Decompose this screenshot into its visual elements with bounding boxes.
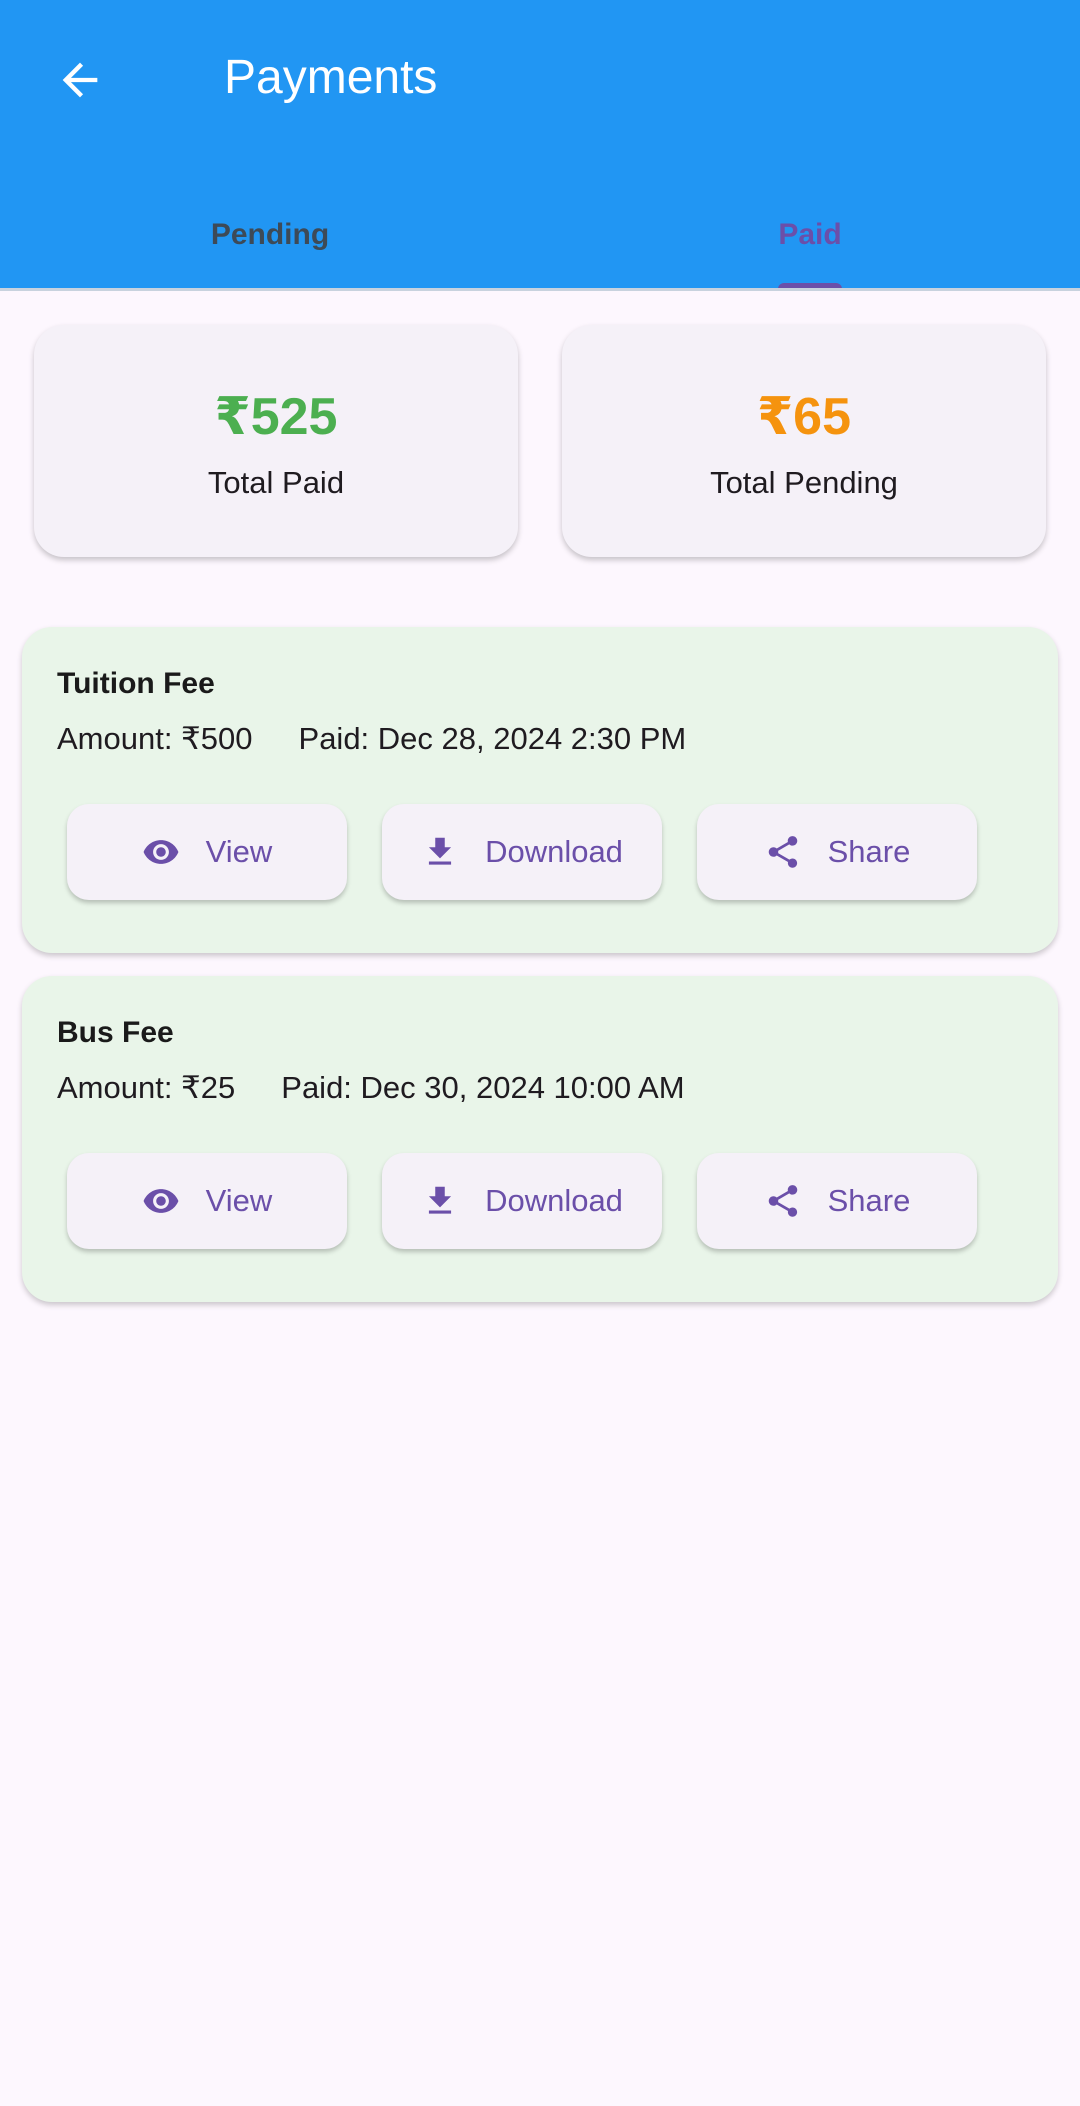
total-pending-card: ₹65 Total Pending bbox=[562, 325, 1046, 557]
app-bar: Payments Pending Paid bbox=[0, 0, 1080, 290]
eye-icon bbox=[143, 1189, 179, 1213]
share-button[interactable]: Share bbox=[697, 804, 977, 900]
download-button[interactable]: Download bbox=[382, 804, 662, 900]
view-button[interactable]: View bbox=[67, 804, 347, 900]
action-buttons: View Download Share bbox=[67, 1153, 1012, 1249]
download-icon bbox=[428, 837, 452, 865]
download-label: Download bbox=[485, 834, 623, 869]
total-paid-card: ₹525 Total Paid bbox=[34, 325, 518, 557]
share-label: Share bbox=[827, 1183, 911, 1218]
view-label: View bbox=[205, 834, 273, 869]
back-button[interactable] bbox=[44, 44, 116, 116]
fee-details: Amount: ₹25 Paid: Dec 30, 2024 10:00 AM bbox=[57, 1070, 685, 1106]
total-pending-amount: ₹65 bbox=[756, 388, 852, 446]
fee-amount: Amount: ₹500 bbox=[57, 721, 253, 756]
tab-bar: Pending Paid bbox=[0, 180, 1080, 290]
payment-card: Tuition Fee Amount: ₹500 Paid: Dec 28, 2… bbox=[22, 627, 1058, 953]
download-label: Download bbox=[485, 1183, 623, 1218]
page-title: Payments bbox=[224, 51, 438, 104]
action-buttons: View Download Share bbox=[67, 804, 1012, 900]
fee-amount: Amount: ₹25 bbox=[57, 1070, 236, 1105]
divider bbox=[0, 288, 1080, 291]
total-paid-label: Total Paid bbox=[207, 465, 345, 500]
fee-name: Tuition Fee bbox=[57, 667, 215, 700]
total-pending-label: Total Pending bbox=[710, 465, 898, 500]
fee-paid-date: Paid: Dec 28, 2024 2:30 PM bbox=[298, 721, 687, 756]
share-button[interactable]: Share bbox=[697, 1153, 977, 1249]
share-label: Share bbox=[827, 834, 911, 869]
tab-label: Paid bbox=[778, 218, 842, 251]
tab-paid[interactable]: Paid bbox=[540, 180, 1080, 290]
eye-icon bbox=[143, 840, 179, 864]
download-icon bbox=[428, 1186, 452, 1214]
share-icon bbox=[768, 1185, 797, 1217]
share-icon bbox=[768, 836, 797, 868]
fee-paid-date: Paid: Dec 30, 2024 10:00 AM bbox=[281, 1070, 685, 1105]
view-label: View bbox=[205, 1183, 273, 1218]
download-button[interactable]: Download bbox=[382, 1153, 662, 1249]
view-button[interactable]: View bbox=[67, 1153, 347, 1249]
fee-name: Bus Fee bbox=[57, 1016, 174, 1049]
fee-details: Amount: ₹500 Paid: Dec 28, 2024 2:30 PM bbox=[57, 721, 686, 757]
tab-pending[interactable]: Pending bbox=[0, 180, 540, 290]
tab-label: Pending bbox=[210, 218, 330, 251]
total-paid-amount: ₹525 bbox=[214, 388, 338, 446]
arrow-back-icon bbox=[62, 62, 98, 98]
payment-card: Bus Fee Amount: ₹25 Paid: Dec 30, 2024 1… bbox=[22, 976, 1058, 1302]
